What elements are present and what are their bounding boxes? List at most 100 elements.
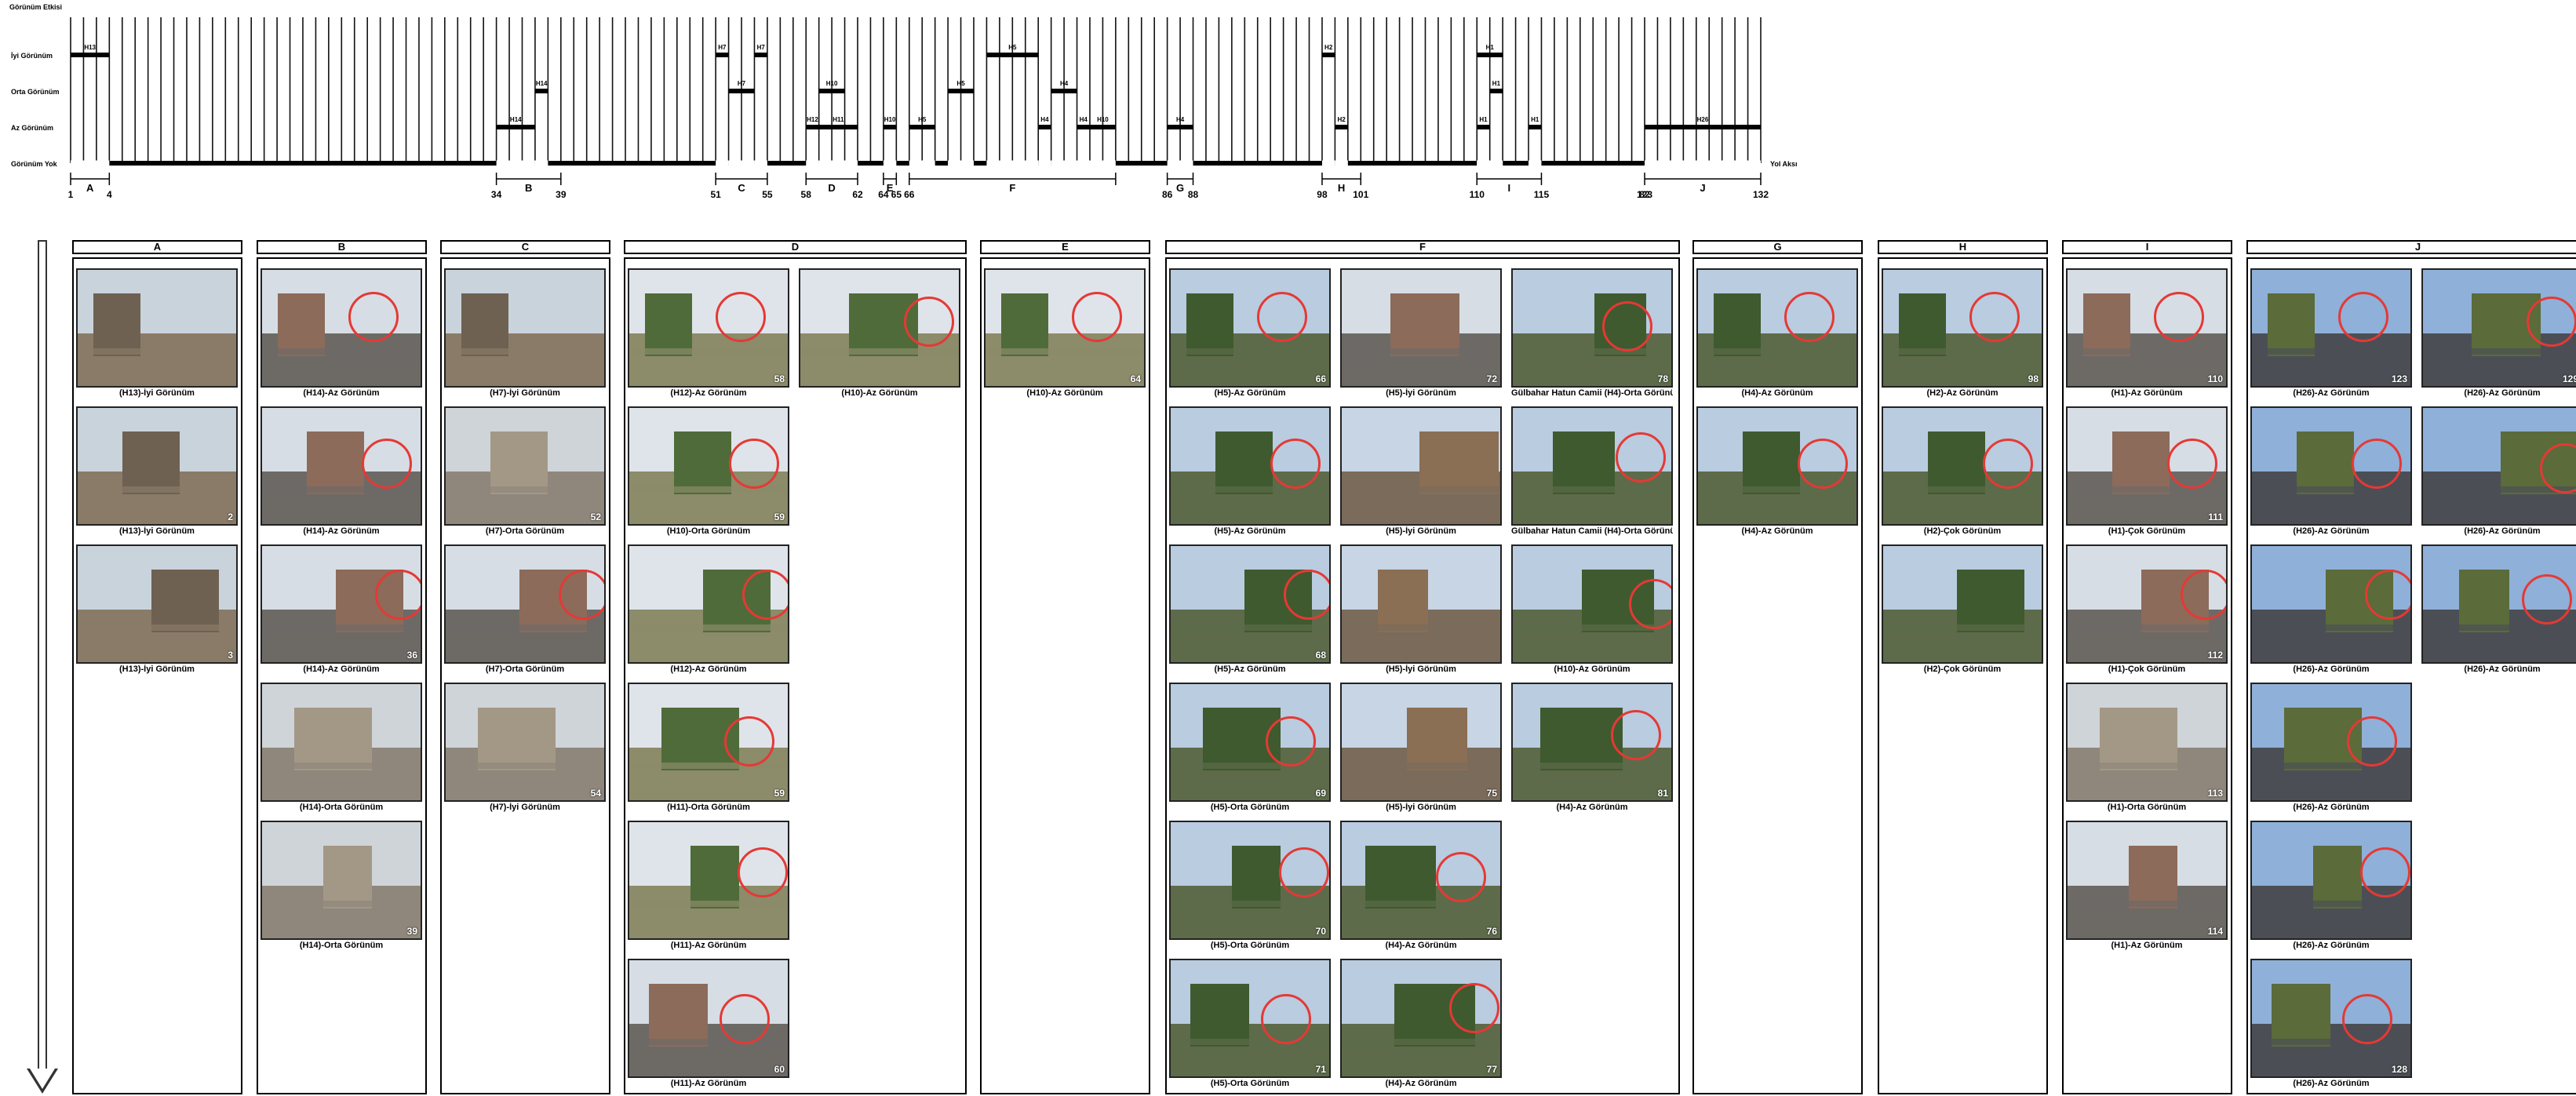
segment-tag: H7	[757, 44, 766, 51]
photo-number: 111	[2208, 512, 2223, 523]
site-photo[interactable]: 75	[1340, 683, 1502, 802]
segment-tag: H14	[510, 116, 522, 123]
site-photo[interactable]: 114	[2066, 821, 2228, 940]
site-photo[interactable]: 59	[628, 406, 789, 526]
site-photo[interactable]: 60	[628, 959, 789, 1078]
highlight-circle	[1257, 292, 1307, 342]
site-photo[interactable]: 113	[2066, 683, 2228, 802]
photo-caption: (H12)-Az Görünüm	[670, 388, 747, 398]
site-photo[interactable]: 66	[1169, 268, 1331, 388]
site-photo[interactable]	[1882, 544, 2043, 664]
site-photo[interactable]	[1511, 544, 1673, 664]
site-photo[interactable]	[2250, 544, 2412, 664]
site-photo[interactable]: 70	[1169, 821, 1331, 940]
site-photo[interactable]: 111	[2066, 406, 2228, 526]
site-photo[interactable]	[799, 268, 960, 388]
highlight-circle	[1798, 439, 1848, 489]
site-photo[interactable]	[1511, 406, 1673, 526]
site-photo[interactable]: 71	[1169, 959, 1331, 1078]
segment-tag: H10	[826, 80, 838, 87]
site-photo[interactable]: 72	[1340, 268, 1502, 388]
site-photo[interactable]: 81	[1511, 683, 1673, 802]
site-photo[interactable]	[261, 406, 422, 526]
site-photo[interactable]	[444, 268, 606, 388]
photo-subject	[1553, 431, 1615, 494]
segment-tag: H1	[1531, 116, 1539, 123]
photo-number: 66	[1315, 373, 1326, 384]
photo-subject	[461, 293, 508, 356]
photo-caption: (H26)-Az Görünüm	[2464, 665, 2541, 674]
photo-caption: (H2)-Çok Görünüm	[1923, 665, 2002, 674]
site-photo[interactable]	[261, 268, 422, 388]
site-photo[interactable]: 110	[2066, 268, 2228, 388]
photo-subject	[1513, 348, 1671, 355]
photo-caption: (H10)-Az Görünüm	[841, 388, 918, 398]
photo-caption: (H10)-Az Görünüm	[1554, 665, 1630, 674]
site-photo[interactable]	[2250, 406, 2412, 526]
site-photo[interactable]	[2250, 683, 2412, 802]
site-photo[interactable]: 77	[1340, 959, 1502, 1078]
site-photo[interactable]: 64	[984, 268, 1146, 388]
site-photo[interactable]	[2421, 544, 2576, 664]
segment-tag: H7	[718, 44, 727, 51]
photo-subject	[1186, 293, 1233, 356]
photo-subject	[1171, 624, 1329, 631]
site-photo[interactable]	[1696, 406, 1858, 526]
site-photo[interactable]	[261, 683, 422, 802]
site-photo[interactable]	[76, 268, 238, 388]
site-photo[interactable]: 76	[1340, 821, 1502, 940]
photo-subject	[2252, 901, 2410, 907]
photo-caption: (H11)-Az Görünüm	[670, 941, 747, 950]
site-photo[interactable]: 68	[1169, 544, 1331, 664]
site-photo[interactable]: 39	[261, 821, 422, 940]
photo-subject	[1513, 486, 1671, 493]
photo-caption: (H13)-İyi Görünüm	[119, 526, 195, 536]
photo-subject	[1698, 348, 1856, 355]
group-letter: J	[1700, 182, 1705, 194]
photo-subject	[1899, 293, 1946, 356]
site-photo[interactable]: 54	[444, 683, 606, 802]
position-number: 98	[1317, 189, 1328, 200]
site-photo[interactable]: 112	[2066, 544, 2228, 664]
site-photo[interactable]	[1882, 406, 2043, 526]
site-photo[interactable]	[1340, 544, 1502, 664]
site-photo[interactable]	[1169, 406, 1331, 526]
site-photo[interactable]	[1696, 268, 1858, 388]
photo-number: 54	[590, 788, 601, 799]
photo-subject	[2297, 431, 2354, 494]
photo-subject	[1407, 708, 1467, 770]
site-photo[interactable]: 58	[628, 268, 789, 388]
site-photo[interactable]: 3	[76, 544, 238, 664]
site-photo[interactable]	[628, 544, 789, 664]
site-photo[interactable]: 36	[261, 544, 422, 664]
photo-number: 112	[2207, 650, 2223, 661]
photo-caption: (H10)-Az Görünüm	[1026, 388, 1103, 398]
photo-subject	[629, 901, 788, 907]
highlight-circle	[742, 570, 788, 620]
segment-tag: H7	[738, 80, 746, 87]
site-photo[interactable]: 98	[1882, 268, 2043, 388]
site-photo[interactable]: 78	[1511, 268, 1673, 388]
site-photo[interactable]: 59	[628, 683, 789, 802]
position-number: 39	[556, 189, 567, 200]
column-header-b: B	[257, 240, 427, 254]
photo-number: 72	[1486, 373, 1497, 384]
site-photo[interactable]: 2	[76, 406, 238, 526]
highlight-circle	[1284, 570, 1329, 620]
site-photo[interactable]	[444, 544, 606, 664]
site-photo[interactable]: 69	[1169, 683, 1331, 802]
site-photo[interactable]	[628, 821, 789, 940]
photo-subject	[1190, 984, 1249, 1047]
site-photo[interactable]: 129	[2421, 268, 2576, 388]
site-photo[interactable]: 128	[2250, 959, 2412, 1078]
photo-subject	[2068, 624, 2226, 631]
photo-caption: (H7)-Orta Görünüm	[485, 665, 565, 674]
photo-caption: (H1)-Orta Görünüm	[2107, 803, 2187, 812]
site-photo[interactable]	[2421, 406, 2576, 526]
site-photo[interactable]	[1340, 406, 1502, 526]
site-photo[interactable]	[2250, 821, 2412, 940]
site-photo[interactable]: 123	[2250, 268, 2412, 388]
photo-subject	[2129, 846, 2177, 908]
site-photo[interactable]: 52	[444, 406, 606, 526]
photo-subject	[1928, 431, 1985, 494]
